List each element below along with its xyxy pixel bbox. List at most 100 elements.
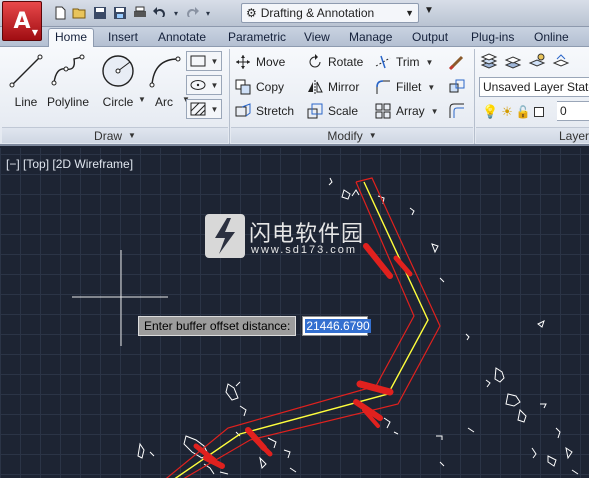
layer-isolate-icon[interactable] [528,53,546,71]
move-label: Move [256,55,286,69]
layers-panel-title[interactable]: Layer [476,127,589,143]
workspace-select[interactable]: ⚙ Drafting & Annotation ▼ [241,3,419,23]
panel-divider [474,49,475,144]
copy-label: Copy [256,80,285,94]
chevron-down-icon: ▼ [128,131,136,140]
tab-annotate[interactable]: Annotate [152,29,212,47]
line-label: Line [14,95,38,109]
layer-status-icons: 💡 ☀ 🔓 [482,102,544,122]
tab-plugins[interactable]: Plug-ins [465,29,520,47]
new-icon[interactable] [52,5,68,21]
offset-distance-input[interactable]: 21446.6790 [302,316,371,336]
quick-access-toolbar: ▾ ▾ [52,4,212,22]
mirror-tool[interactable]: Mirror [306,77,359,97]
tab-insert[interactable]: Insert [102,29,144,47]
move-tool[interactable]: Move [234,52,285,72]
polyline-label: Polyline [46,95,90,109]
rotate-icon [306,53,324,71]
rectangle-tool[interactable]: ▼ [186,51,222,71]
layer-properties-icon[interactable] [480,53,498,71]
layer-state-value: Unsaved Layer State [483,80,589,94]
rotate-label: Rotate [328,55,364,69]
drawing-canvas[interactable]: [−] [Top] [2D Wireframe] 闪电软件园 www.sd173… [0,148,589,478]
tab-view[interactable]: View [298,29,336,47]
hatch-icon [190,102,206,116]
layer-tools-row [480,52,570,72]
tab-online[interactable]: Online [528,29,575,47]
scale-label: Scale [328,104,359,118]
prompt-label: Enter buffer offset distance: [138,316,297,336]
erase-tool[interactable] [448,52,466,72]
workspace-value: Drafting & Annotation [260,6,375,20]
current-layer-select[interactable]: 0 [557,101,589,121]
color-swatch[interactable] [533,107,544,117]
modify-panel-label: Modify [327,128,363,143]
undo-dropdown-icon[interactable]: ▾ [172,5,180,21]
modify-panel-title[interactable]: Modify ▼ [231,127,473,143]
buffer-markings [193,243,413,469]
layer-walk-icon[interactable] [552,53,570,71]
chevron-down-icon: ▼ [210,80,219,90]
tab-parametric[interactable]: Parametric [222,29,292,47]
rotate-tool[interactable]: Rotate [306,52,363,72]
app-logo: A [13,8,31,34]
move-icon [234,53,252,71]
draw-panel-title[interactable]: Draw ▼ [2,127,228,143]
mirror-icon [306,78,324,96]
chevron-down-icon[interactable]: ▼ [427,83,435,92]
tab-output[interactable]: Output [406,29,454,47]
copy-tool[interactable]: Copy [234,77,284,97]
trim-tool[interactable]: Trim ▼ [374,52,433,72]
polyline-icon [51,54,85,86]
chevron-down-icon: ▼ [405,8,414,18]
chevron-down-icon[interactable]: ▼ [426,58,434,67]
tab-manage[interactable]: Manage [343,29,398,47]
eraser-icon [448,53,466,71]
layer-states-icon[interactable] [504,53,522,71]
offset-distance-value: 21446.6790 [305,319,371,333]
fillet-tool[interactable]: Fillet ▼ [374,77,435,97]
line-icon [9,54,43,88]
lightbulb-icon[interactable]: 💡 [482,104,498,120]
fillet-icon [374,78,392,96]
save-icon[interactable] [92,5,108,21]
copy-icon [234,78,252,96]
circle-label: Circle [102,95,134,109]
save-as-icon[interactable] [112,5,128,21]
viewport-controls[interactable]: [−] [Top] [2D Wireframe] [6,157,133,171]
mirror-label: Mirror [328,80,360,94]
stretch-label: Stretch [256,104,295,118]
redo-dropdown-icon[interactable]: ▾ [204,5,212,21]
chevron-down-icon[interactable]: ▼ [431,107,439,116]
drawing-geometry [72,177,579,478]
circle-icon [102,55,134,87]
tab-home[interactable]: Home [48,28,95,47]
chevron-down-icon: ▼ [210,104,219,114]
application-menu-button[interactable]: A ▼ [2,1,42,41]
undo-icon[interactable] [152,5,168,21]
scale-tool[interactable]: Scale [306,101,358,121]
stretch-tool[interactable]: Stretch [234,101,294,121]
ribbon: Line Polyline Circle ▼ Arc ▼ ▼ ▼ ▼ [0,47,589,146]
open-icon[interactable] [72,5,88,21]
arc-tool[interactable]: Arc [142,51,186,125]
polyline-tool[interactable]: Polyline [46,51,90,125]
line-tool[interactable]: Line [4,51,48,125]
explode-tool[interactable] [448,77,466,97]
plot-icon[interactable] [132,5,148,21]
dynamic-input-prompt: Enter buffer offset distance: 21446.6790 [138,316,371,336]
lock-icon[interactable]: 🔓 [516,105,531,119]
redo-icon[interactable] [184,5,200,21]
offset-tool[interactable] [448,101,466,121]
sun-icon[interactable]: ☀ [501,104,513,120]
customize-toolbar-icon[interactable]: ▼ [424,5,434,16]
rectangle-icon [190,55,206,67]
array-tool[interactable]: Array ▼ [374,101,439,121]
fillet-label: Fillet [396,80,422,94]
ribbon-tabs: Home Insert Annotate Parametric View Man… [0,27,589,47]
layer-state-select[interactable]: Unsaved Layer State [479,77,589,97]
circle-tool[interactable]: Circle [96,51,140,125]
ellipse-tool[interactable]: ▼ [186,75,222,95]
hatch-tool[interactable]: ▼ [186,99,222,119]
watermark-logo-icon [205,214,245,258]
